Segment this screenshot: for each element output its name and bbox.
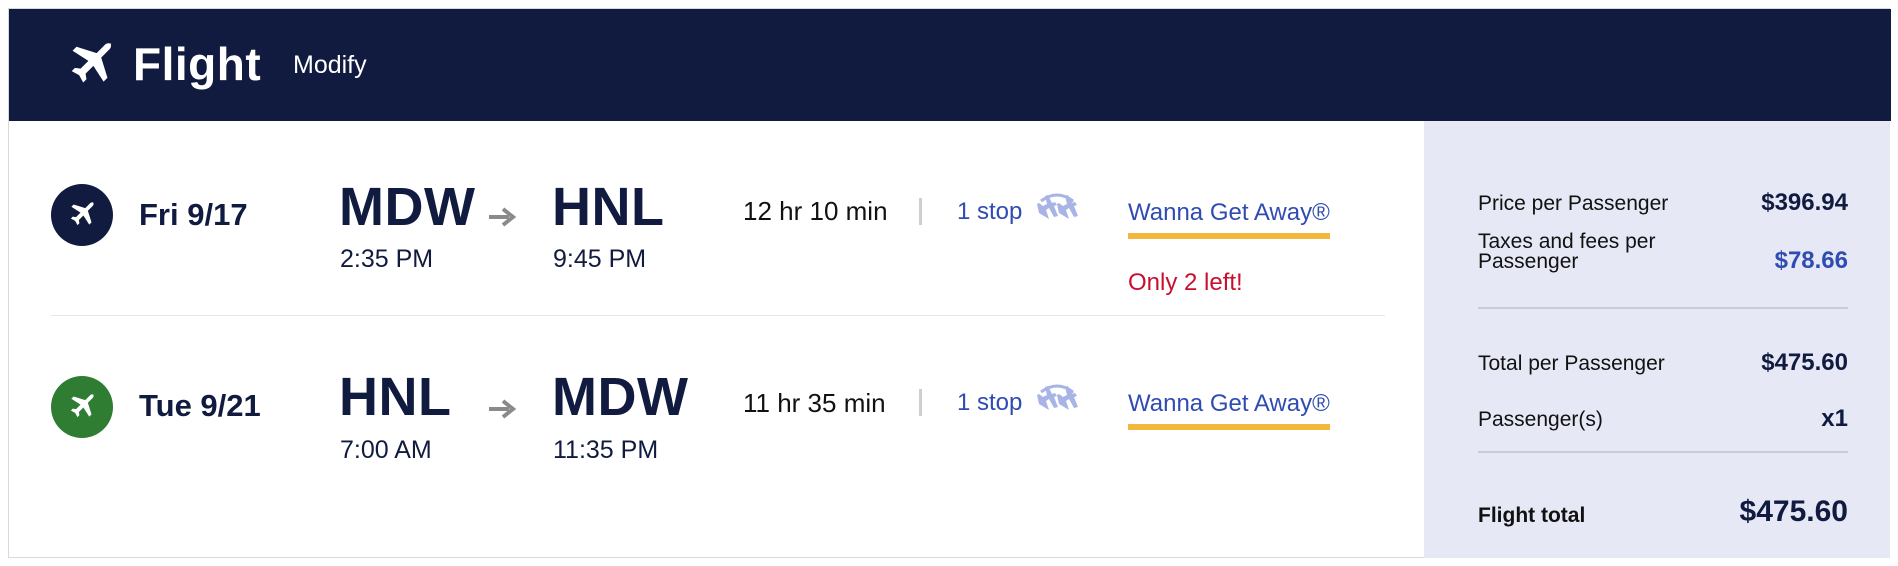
seats-left-warning: Only 2 left! <box>1128 269 1243 296</box>
arrival-time: 9:45 PM <box>553 245 647 273</box>
passengers-value: x1 <box>1821 405 1848 432</box>
modify-link[interactable]: Modify <box>293 51 367 80</box>
arrow-right-icon <box>489 207 517 227</box>
flight-summary-card: Flight Modify Fri 9/17 MDW 2:35 PM HNL 9… <box>8 8 1891 559</box>
price-summary-panel: Price per Passenger $396.94 Taxes and fe… <box>1424 121 1890 558</box>
origin-airport-code: HNL <box>339 367 452 427</box>
flight-date: Fri 9/17 <box>139 197 248 232</box>
destination-airport-code: HNL <box>552 177 665 237</box>
page-title: Flight <box>133 38 262 90</box>
flight-total-value: $475.60 <box>1739 495 1848 528</box>
destination-airport-code: MDW <box>552 367 689 427</box>
taxes-value: $78.66 <box>1774 247 1848 274</box>
flight-duration: 11 hr 35 min <box>743 388 886 418</box>
flight-date: Tue 9/21 <box>139 388 261 423</box>
price-per-passenger-label: Price per Passenger <box>1478 192 1669 215</box>
summary-divider <box>1478 307 1848 309</box>
flight-row-departing: Fri 9/17 MDW 2:35 PM HNL 9:45 PM 12 hr 1… <box>9 121 1425 316</box>
departure-time: 2:35 PM <box>340 245 434 273</box>
flight-header: Flight Modify <box>9 9 1891 121</box>
origin-airport-code: MDW <box>339 177 476 237</box>
departing-badge <box>51 184 113 246</box>
airplane-icon <box>71 42 112 83</box>
separator <box>919 389 922 416</box>
fare-type-link[interactable]: Wanna Get Away® <box>1128 199 1330 239</box>
total-per-passenger-label: Total per Passenger <box>1478 352 1665 375</box>
connecting-flight-icon <box>1037 193 1078 219</box>
arrival-time: 11:35 PM <box>553 436 659 464</box>
flight-total-label: Flight total <box>1478 504 1586 527</box>
airplane-icon <box>70 202 94 226</box>
stops-link[interactable]: 1 stop <box>957 198 1022 226</box>
taxes-label-line2: Passenger <box>1478 250 1579 273</box>
stops-link[interactable]: 1 stop <box>957 389 1022 417</box>
total-per-passenger-value: $475.60 <box>1761 349 1848 376</box>
fare-type-link[interactable]: Wanna Get Away® <box>1128 390 1330 430</box>
passengers-label: Passenger(s) <box>1478 408 1603 431</box>
airplane-icon <box>70 394 94 418</box>
summary-divider <box>1478 451 1848 453</box>
separator <box>919 198 922 225</box>
flight-row-returning: Tue 9/21 HNL 7:00 AM MDW 11:35 PM 11 hr … <box>9 316 1425 511</box>
departure-time: 7:00 AM <box>340 436 432 464</box>
returning-badge <box>51 376 113 438</box>
flight-duration: 12 hr 10 min <box>743 196 888 226</box>
flight-list: Fri 9/17 MDW 2:35 PM HNL 9:45 PM 12 hr 1… <box>9 121 1425 559</box>
connecting-flight-icon <box>1037 384 1078 410</box>
price-per-passenger-value: $396.94 <box>1761 189 1848 216</box>
arrow-right-icon <box>489 399 517 419</box>
